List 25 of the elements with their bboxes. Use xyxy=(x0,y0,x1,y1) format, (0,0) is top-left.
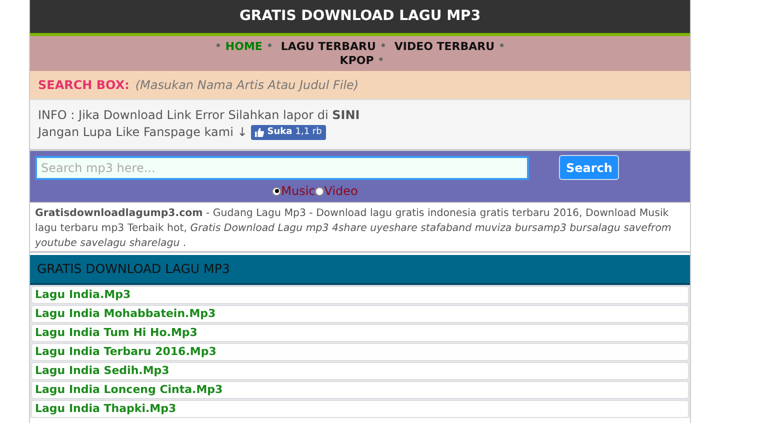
nav-link[interactable]: LAGU TERBARU xyxy=(280,40,376,54)
nav-separator: • xyxy=(215,40,222,54)
song-link[interactable]: Lagu India Terbaru 2016.Mp3 xyxy=(31,343,689,361)
info-text: INFO : Jika Download Link Error Silahkan lapor di SINI xyxy=(38,107,361,124)
nav-separator: • xyxy=(380,40,386,54)
section-title: GRATIS DOWNLOAD LAGU MP3 xyxy=(37,260,230,278)
search-box-hint: (Masukan Nama Artis Atau Judul File) xyxy=(135,77,359,94)
fanspage-text: Jangan Lupa Like Fanspage kami ↓ xyxy=(38,124,248,141)
nav-link[interactable]: KPOP xyxy=(340,54,374,68)
thumbs-up-icon xyxy=(255,128,264,137)
search-field[interactable]: Search mp3 here... xyxy=(35,156,529,180)
nav-separator: • xyxy=(378,54,384,68)
song-link[interactable]: Lagu India Sedih.Mp3 xyxy=(31,362,689,380)
song-link[interactable]: Lagu India Tum Hi Ho.Mp3 xyxy=(31,324,689,342)
song-link[interactable]: Lagu India Thapki.Mp3 xyxy=(31,400,689,418)
nav-link[interactable]: VIDEO TERBARU xyxy=(394,40,495,54)
site-title: GRATIS DOWNLOAD LAGU MP3 xyxy=(239,7,481,26)
song-link[interactable]: Lagu India.Mp3 xyxy=(31,286,689,304)
song-link[interactable]: Lagu India Mohabbatein.Mp3 xyxy=(31,305,689,323)
search-button[interactable]: Search xyxy=(559,155,620,180)
nav-separator: • xyxy=(498,40,505,54)
like-button[interactable]: Suka 1,1 rb xyxy=(251,125,326,140)
search-box-label: SEARCH BOX: xyxy=(38,77,130,94)
nav-separator: • xyxy=(266,40,273,54)
song-link[interactable]: Lagu India Lonceng Cinta.Mp3 xyxy=(31,381,689,399)
